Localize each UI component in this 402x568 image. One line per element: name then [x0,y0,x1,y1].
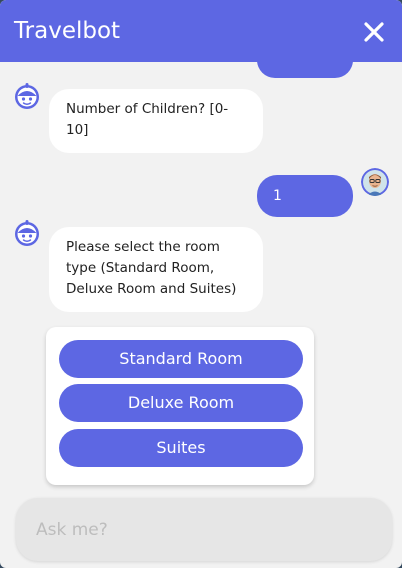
previous-user-message [257,62,353,78]
app-title: Travelbot [14,18,121,44]
suites-button[interactable]: Suites [59,429,303,467]
room-options-card: Standard Room Deluxe Room Suites [46,327,314,485]
close-button[interactable] [358,16,390,48]
message-list[interactable]: Number of Children? [0-10] 1 Please sele… [0,62,402,494]
deluxe-room-button[interactable]: Deluxe Room [59,384,303,422]
close-icon [364,22,384,42]
robot-avatar-icon [13,82,41,110]
bot-message-children: Number of Children? [0-10] [49,89,263,153]
robot-avatar-icon [13,219,41,247]
message-input-bar [16,498,392,561]
chat-widget: Travelbot Number of Children? [0-10] 1 P… [0,0,402,568]
bot-message-room-type: Please select the room type (Standard Ro… [49,227,263,312]
standard-room-button[interactable]: Standard Room [59,340,303,378]
chat-header: Travelbot [0,0,402,62]
user-avatar [361,168,389,196]
message-input[interactable] [36,498,376,561]
user-message-children: 1 [257,175,353,217]
